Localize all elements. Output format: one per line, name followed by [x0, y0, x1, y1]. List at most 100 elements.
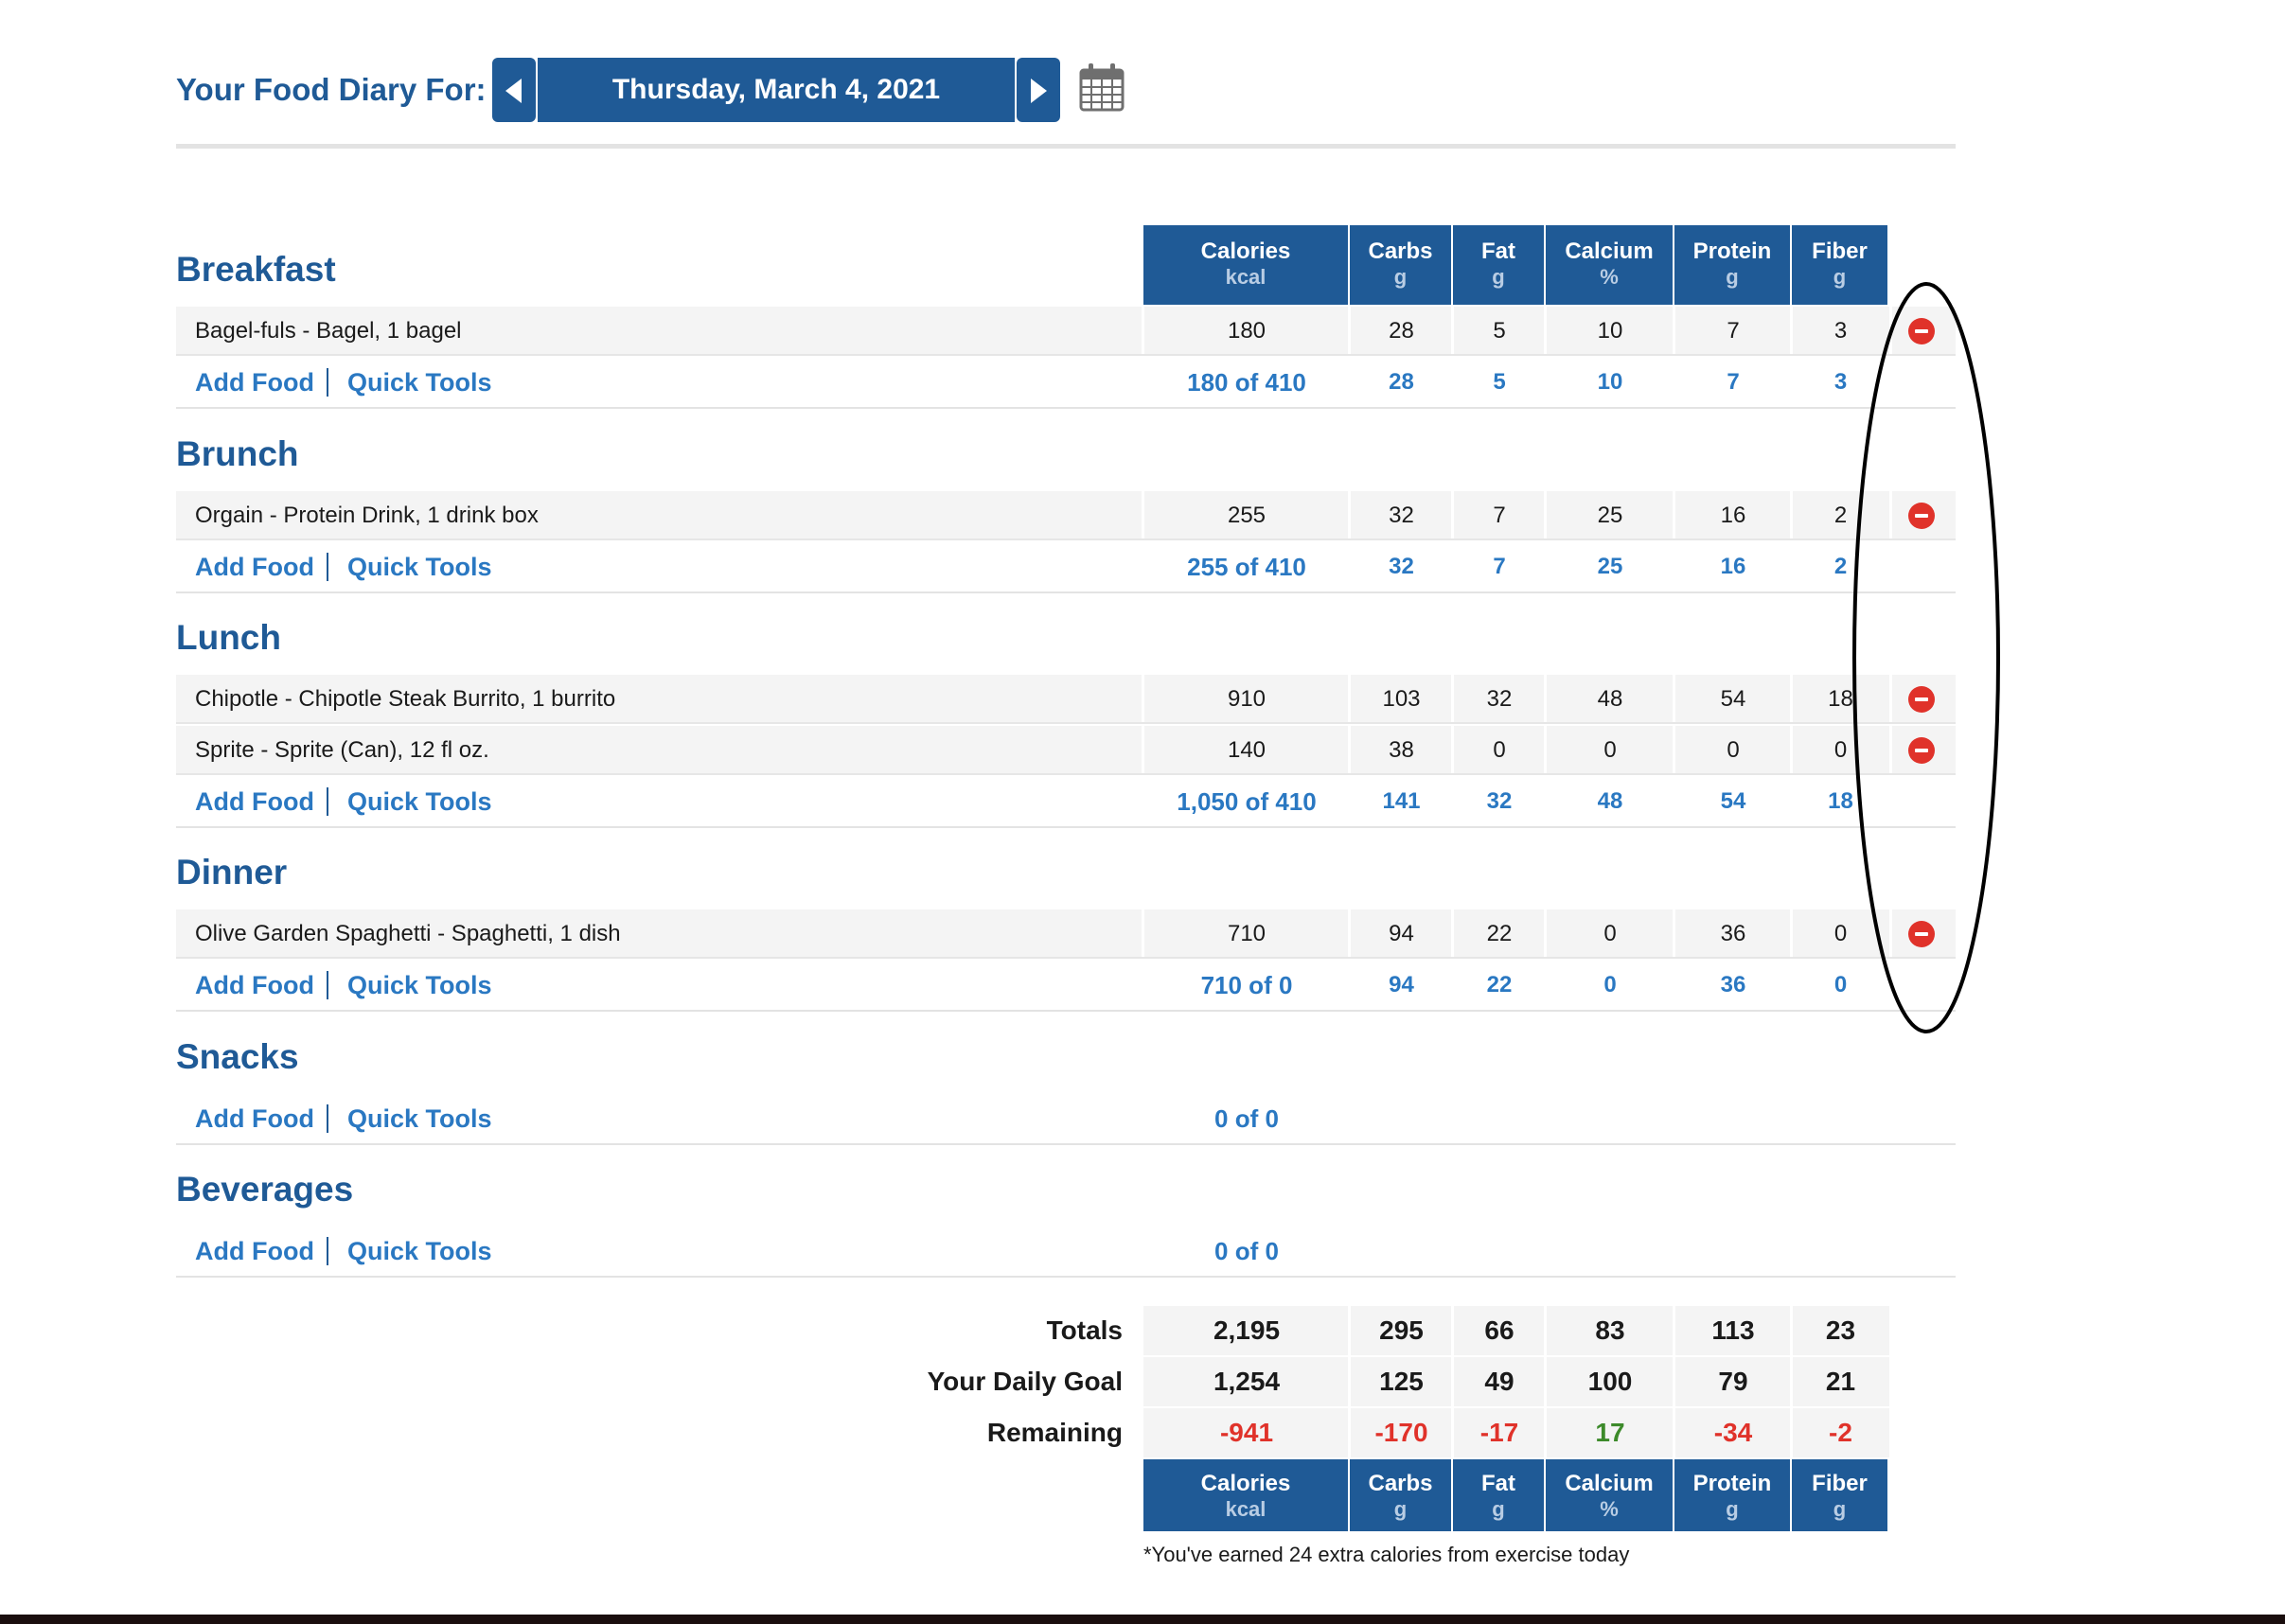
food-name[interactable]: Sprite - Sprite (Can), 12 fl oz. — [195, 726, 489, 775]
column-header-label: Calcium — [1565, 238, 1654, 264]
meal-summary-fat: 22 — [1486, 972, 1513, 997]
quick-tools-link[interactable]: Quick Tools — [347, 358, 492, 407]
meal-summary-carbs: 94 — [1389, 972, 1414, 997]
quick-tools-link[interactable]: Quick Tools — [347, 1094, 492, 1143]
entry-calories: 710 — [1227, 921, 1266, 946]
column-header-unit: g — [1393, 265, 1408, 289]
column-header-label: Fiber — [1812, 1471, 1868, 1496]
column-header-protein: Protein g — [1674, 225, 1790, 305]
entry-carbs: 32 — [1389, 503, 1414, 528]
totals-column-gap — [1451, 1306, 1454, 1457]
calendar-icon[interactable] — [1079, 62, 1125, 112]
column-header-label: Protein — [1692, 238, 1772, 264]
column-header-label: Protein — [1692, 1471, 1772, 1496]
add-food-link[interactable]: Add Food — [195, 961, 314, 1010]
meal-summary-calories: 710 of 0 — [1200, 971, 1293, 999]
food-name[interactable]: Bagel-fuls - Bagel, 1 bagel — [195, 307, 462, 356]
totals-calcium: 17 — [1595, 1418, 1625, 1447]
add-food-link[interactable]: Add Food — [195, 542, 314, 591]
entry-fat: 0 — [1493, 737, 1506, 763]
next-day-button[interactable] — [1017, 58, 1060, 122]
column-header-label: Calcium — [1565, 1471, 1654, 1496]
meal-summary-calories: 0 of 0 — [1214, 1104, 1279, 1133]
meal-title-lunch: Lunch — [176, 618, 281, 657]
entry-protein: 16 — [1720, 503, 1746, 528]
column-header-fat: Fat g — [1453, 225, 1544, 305]
meal-divider — [176, 826, 1956, 828]
entry-carbs: 28 — [1389, 318, 1414, 344]
entry-calcium: 48 — [1597, 686, 1623, 712]
diary-date-label: Your Food Diary For: — [176, 72, 487, 107]
meal-summary-protein: 54 — [1720, 788, 1746, 814]
totals-column-gap — [1348, 1306, 1351, 1457]
meal-summary-protein: 36 — [1720, 972, 1746, 997]
add-food-link[interactable]: Add Food — [195, 358, 314, 407]
previous-day-button[interactable] — [492, 58, 536, 122]
bottom-border — [0, 1615, 2285, 1624]
column-header-unit: g — [1726, 265, 1739, 289]
meal-divider — [176, 407, 1956, 409]
annotation-ellipse — [1852, 282, 2000, 1033]
meal-summary-calcium: 25 — [1597, 554, 1623, 579]
meal-title-snacks: Snacks — [176, 1037, 299, 1076]
meal-divider — [176, 1010, 1956, 1012]
totals-calories: 2,195 — [1213, 1315, 1281, 1345]
meal-summary-protein: 7 — [1727, 369, 1740, 395]
column-header-unit: g — [1833, 1497, 1847, 1521]
totals-protein: 113 — [1711, 1315, 1755, 1345]
add-food-link[interactable]: Add Food — [195, 1227, 314, 1276]
column-header-carbs: Carbs g — [1350, 1459, 1451, 1531]
column-header-carbs: Carbs g — [1350, 225, 1451, 305]
food-name[interactable]: Olive Garden Spaghetti - Spaghetti, 1 di… — [195, 909, 621, 959]
entry-fat: 7 — [1493, 503, 1506, 528]
header-divider — [176, 144, 1956, 149]
column-header-fiber: Fiber g — [1792, 1459, 1887, 1531]
current-date[interactable]: Thursday, March 4, 2021 — [538, 58, 1015, 122]
meal-title-brunch: Brunch — [176, 434, 299, 473]
totals-label-0: Totals — [1046, 1315, 1123, 1345]
meal-summary-calcium: 0 — [1603, 972, 1617, 997]
entry-calcium: 0 — [1603, 737, 1617, 763]
entry-fat: 22 — [1486, 921, 1513, 946]
quick-tools-link[interactable]: Quick Tools — [347, 961, 492, 1010]
column-header-label: Calories — [1200, 1471, 1291, 1496]
totals-label-2: Remaining — [986, 1418, 1123, 1447]
totals-fiber: 21 — [1825, 1367, 1856, 1396]
meal-divider — [176, 1143, 1956, 1145]
quick-tools-link[interactable]: Quick Tools — [347, 777, 492, 826]
totals-carbs: -170 — [1374, 1418, 1428, 1447]
column-header-label: Fat — [1481, 238, 1515, 264]
meal-divider — [176, 1276, 1956, 1278]
totals-protein: -34 — [1713, 1418, 1753, 1447]
right-triangle-icon — [1031, 79, 1047, 103]
entry-protein: 0 — [1727, 737, 1740, 763]
entry-fat: 5 — [1493, 318, 1506, 344]
column-header-fat: Fat g — [1453, 1459, 1544, 1531]
quick-tools-link[interactable]: Quick Tools — [347, 542, 492, 591]
totals-carbs: 125 — [1379, 1367, 1424, 1396]
totals-calories: -941 — [1219, 1418, 1274, 1447]
link-separator — [327, 553, 328, 581]
entry-calories: 255 — [1227, 503, 1266, 528]
column-header-protein: Protein g — [1674, 1459, 1790, 1531]
meal-summary-calories: 180 of 410 — [1187, 368, 1306, 397]
meal-summary-calories: 255 of 410 — [1187, 553, 1306, 581]
totals-label-1: Your Daily Goal — [927, 1367, 1123, 1396]
entry-calories: 140 — [1227, 737, 1266, 763]
quick-tools-link[interactable]: Quick Tools — [347, 1227, 492, 1276]
link-separator — [327, 971, 328, 999]
column-header-label: Carbs — [1368, 238, 1433, 264]
add-food-link[interactable]: Add Food — [195, 777, 314, 826]
meal-summary-fat: 32 — [1486, 788, 1513, 814]
food-name[interactable]: Orgain - Protein Drink, 1 drink box — [195, 491, 539, 540]
meal-summary-fat: 7 — [1493, 554, 1506, 579]
column-header-label: Fat — [1481, 1471, 1515, 1496]
add-food-link[interactable]: Add Food — [195, 1094, 314, 1143]
totals-protein: 79 — [1718, 1367, 1748, 1396]
meal-title-breakfast: Breakfast — [176, 250, 336, 289]
food-name[interactable]: Chipotle - Chipotle Steak Burrito, 1 bur… — [195, 675, 615, 724]
totals-column-gap — [1790, 1306, 1793, 1457]
column-header-unit: g — [1726, 1497, 1739, 1521]
entry-fat: 32 — [1486, 686, 1513, 712]
entry-carbs: 38 — [1389, 737, 1414, 763]
